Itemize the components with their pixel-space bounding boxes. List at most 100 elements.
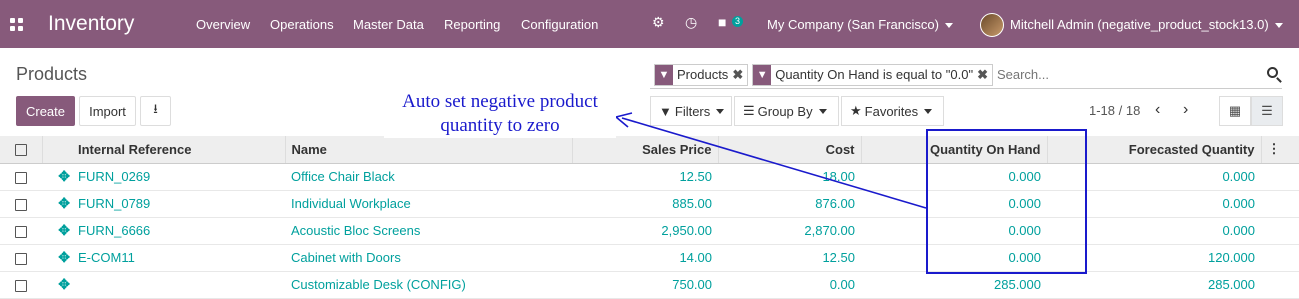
chevron-left-icon[interactable]: ‹	[1155, 101, 1160, 119]
menu-overview[interactable]: Overview	[196, 17, 250, 32]
checkbox[interactable]	[15, 198, 27, 211]
search-icon[interactable]	[1267, 67, 1278, 78]
favorites-dropdown[interactable]: ★ Favorites	[841, 96, 944, 126]
cell-cost[interactable]: 18.00	[718, 163, 861, 191]
cell-name[interactable]: Office Chair Black	[285, 163, 572, 191]
clock-icon[interactable]: ◷	[685, 14, 697, 31]
drag-handle-icon[interactable]: ✥	[42, 271, 72, 299]
avatar[interactable]	[980, 13, 1004, 37]
drag-handle-icon[interactable]: ✥	[42, 190, 72, 218]
cell-spacer	[1261, 271, 1299, 299]
checkbox[interactable]	[15, 252, 27, 265]
favorites-label: Favorites	[864, 103, 919, 119]
row-checkbox[interactable]	[0, 244, 42, 272]
filters-label: Filters	[674, 103, 711, 119]
checkbox[interactable]	[15, 225, 27, 238]
group-by-label: Group By	[757, 103, 813, 119]
cell-internal-reference[interactable]: FURN_0789	[72, 190, 285, 218]
chevron-right-icon[interactable]: ›	[1183, 101, 1188, 119]
chevron-down-icon	[944, 23, 953, 29]
cell-name[interactable]: Customizable Desk (CONFIG)	[285, 271, 572, 299]
menu-configuration[interactable]: Configuration	[521, 17, 598, 32]
cell-name[interactable]: Cabinet with Doors	[285, 244, 572, 272]
search-facet-quantity: ▼ Quantity On Hand is equal to "0.0" ✖	[752, 63, 993, 86]
table-row[interactable]: ✥ FURN_0789 Individual Workplace 885.00 876.…	[0, 190, 1299, 218]
cell-internal-reference[interactable]: FURN_6666	[72, 217, 285, 245]
drag-handle-icon[interactable]: ✥	[42, 244, 72, 272]
select-all-checkbox[interactable]	[0, 136, 43, 164]
group-by-dropdown[interactable]: ☰ Group By	[734, 96, 839, 126]
cell-sales-price[interactable]: 2,950.00	[572, 217, 718, 245]
cell-internal-reference[interactable]	[72, 271, 285, 299]
cell-sales-price[interactable]: 885.00	[572, 190, 718, 218]
filter-icon: ▼	[753, 64, 772, 85]
table-row[interactable]: ✥ FURN_6666 Acoustic Bloc Screens 2,950.00 2…	[0, 217, 1299, 245]
list-icon: ☰	[743, 103, 755, 118]
cell-cost[interactable]: 0.00	[718, 271, 861, 299]
chevron-down-icon	[924, 108, 933, 114]
header-sales-price[interactable]: Sales Price	[572, 136, 719, 164]
page-title: Products	[16, 64, 88, 84]
cell-internal-reference[interactable]: FURN_0269	[72, 163, 285, 191]
row-checkbox[interactable]	[0, 271, 42, 299]
facet-label: Quantity On Hand is equal to "0.0"	[775, 67, 974, 82]
cell-name[interactable]: Individual Workplace	[285, 190, 572, 218]
chevron-down-icon	[818, 108, 827, 114]
cell-sales-price[interactable]: 12.50	[572, 163, 718, 191]
filter-icon: ▼	[655, 64, 673, 85]
checkbox[interactable]	[14, 144, 27, 157]
company-name: My Company (San Francisco)	[767, 17, 939, 32]
header-internal-reference[interactable]: Internal Reference	[72, 136, 286, 164]
company-switcher[interactable]: My Company (San Francisco)	[767, 17, 953, 32]
menu-master-data[interactable]: Master Data	[353, 17, 424, 32]
user-menu[interactable]: Mitchell Admin (negative_product_stock13…	[1010, 17, 1283, 32]
optional-columns-icon[interactable]: ⋮	[1261, 136, 1299, 164]
cell-internal-reference[interactable]: E-COM11	[72, 244, 285, 272]
handle-header	[42, 136, 72, 164]
annotation-text: Auto set negative product quantity to ze…	[384, 90, 616, 138]
user-name: Mitchell Admin (negative_product_stock13…	[1010, 17, 1269, 32]
cell-name[interactable]: Acoustic Bloc Screens	[285, 217, 572, 245]
filter-icon: ▼	[659, 103, 672, 119]
annotation-line-1: Auto set negative product	[402, 91, 598, 112]
cell-quantity-on-hand[interactable]: 285.000	[861, 271, 1047, 299]
filters-dropdown[interactable]: ▼ Filters	[650, 96, 732, 126]
chat-icon[interactable]: ■	[718, 14, 726, 30]
search-facet-products: ▼ Products ✖	[654, 63, 749, 86]
bug-icon[interactable]: ⚙	[652, 14, 665, 31]
cell-cost[interactable]: 876.00	[718, 190, 861, 218]
grid-icon: ▦	[1228, 103, 1242, 118]
cell-cost[interactable]: 2,870.00	[718, 217, 861, 245]
cell-spacer	[1261, 190, 1299, 218]
drag-handle-icon[interactable]: ✥	[42, 163, 72, 191]
menu-operations[interactable]: Operations	[270, 17, 334, 32]
pager-value[interactable]: 1-18 / 18	[1089, 103, 1140, 118]
list-view-button[interactable]: ☰	[1251, 96, 1283, 126]
star-icon: ★	[850, 103, 862, 118]
kanban-view-button[interactable]: ▦	[1219, 96, 1251, 126]
create-button[interactable]: Create	[16, 96, 75, 126]
table-row[interactable]: ✥ FURN_0269 Office Chair Black 12.50 18.00 0.…	[0, 163, 1299, 191]
header-name[interactable]: Name	[285, 136, 573, 164]
search-input[interactable]	[996, 67, 1247, 82]
download-button[interactable]: ⭳	[140, 96, 171, 126]
apps-menu-icon[interactable]	[10, 18, 23, 31]
row-checkbox[interactable]	[0, 217, 42, 245]
app-title[interactable]: Inventory	[48, 12, 134, 36]
import-button[interactable]: Import	[79, 96, 136, 126]
remove-facet-icon[interactable]: ✖	[977, 67, 992, 83]
row-checkbox[interactable]	[0, 190, 42, 218]
table-row[interactable]: ✥ Customizable Desk (CONFIG) 750.00 0.00 285…	[0, 271, 1299, 299]
row-checkbox[interactable]	[0, 163, 42, 191]
highlight-box	[926, 129, 1087, 274]
cell-sales-price[interactable]: 14.00	[572, 244, 718, 272]
table-row[interactable]: ✥ E-COM11 Cabinet with Doors 14.00 12.50 0.00…	[0, 244, 1299, 272]
menu-reporting[interactable]: Reporting	[444, 17, 500, 32]
drag-handle-icon[interactable]: ✥	[42, 217, 72, 245]
cell-cost[interactable]: 12.50	[718, 244, 861, 272]
cell-sales-price[interactable]: 750.00	[572, 271, 718, 299]
header-cost[interactable]: Cost	[718, 136, 862, 164]
checkbox[interactable]	[15, 171, 27, 184]
remove-facet-icon[interactable]: ✖	[732, 67, 747, 83]
cell-forecasted-quantity[interactable]: 285.000	[1047, 271, 1261, 299]
